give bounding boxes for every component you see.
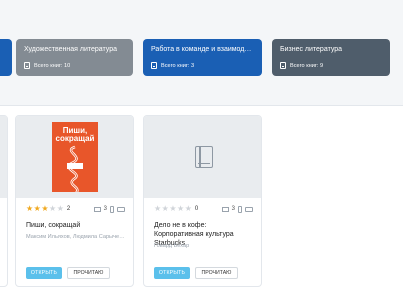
star-icon: ★ — [184, 204, 192, 213]
cover-area: Пиши, сокращай — [16, 116, 133, 198]
category-card-teamwork[interactable]: Работа в команде и взаимодейс... Всего к… — [143, 39, 262, 76]
book-cover[interactable]: Пиши, сокращай — [52, 122, 98, 192]
book-placeholder-icon — [195, 146, 213, 168]
cover-illustration — [67, 145, 83, 192]
book-author: Говард Бехар — [154, 243, 190, 249]
category-title: Художественная литература — [24, 46, 117, 53]
book-card[interactable]: Пиши, сокращай ★ ★ ★ ★ ★ 2 3 Пиши, сокра… — [15, 115, 134, 287]
cover-area — [144, 116, 261, 198]
book-icon — [151, 62, 157, 69]
category-count: Всего книг: 9 — [290, 62, 324, 69]
cover-title: Пиши, сокращай — [55, 126, 95, 143]
audiobook-icon — [245, 206, 253, 212]
star-icon: ★ — [161, 204, 169, 213]
book-icon — [24, 62, 30, 69]
rating-count: 2 — [66, 206, 71, 212]
formats-count: 3 — [231, 206, 235, 212]
book-card-partial[interactable] — [0, 115, 8, 287]
star-icon: ★ — [154, 204, 162, 213]
book-meta: ★ ★ ★ ★ ★ 0 3 — [154, 204, 253, 214]
open-book-icon — [93, 206, 101, 212]
ebook-icon — [238, 205, 242, 213]
book-author: Максим Ильяхов, Людмила Сарычева — [26, 234, 125, 240]
star-icon: ★ — [169, 204, 177, 213]
book-meta: ★ ★ ★ ★ ★ 2 3 — [26, 204, 125, 214]
star-icon: ★ — [41, 204, 49, 213]
will-read-button[interactable]: ПРОЧИТАЮ — [195, 267, 238, 279]
category-card-fiction[interactable]: Художественная литература Всего книг: 10 — [16, 39, 133, 76]
rating-count: 0 — [194, 206, 199, 212]
audiobook-icon — [117, 206, 125, 212]
star-icon: ★ — [177, 204, 185, 213]
book-title[interactable]: Пиши, сокращай — [26, 221, 125, 230]
star-icon: ★ — [49, 204, 57, 213]
book-icon — [280, 62, 286, 69]
rating-stars: ★ ★ ★ ★ ★ — [154, 205, 192, 213]
rating-stars: ★ ★ ★ ★ ★ — [26, 205, 64, 213]
category-title: Бизнес литература — [280, 46, 343, 53]
will-read-button[interactable]: ПРОЧИТАЮ — [67, 267, 110, 279]
ebook-icon — [110, 205, 114, 213]
open-book-icon — [221, 206, 229, 212]
category-count: Всего книг: 3 — [161, 62, 195, 69]
star-icon: ★ — [26, 204, 34, 213]
category-title: Работа в команде и взаимодейс... — [151, 46, 254, 53]
category-card-business[interactable]: Бизнес литература Всего книг: 9 — [272, 39, 390, 76]
category-count: Всего книг: 10 — [34, 62, 71, 69]
star-icon: ★ — [33, 204, 41, 213]
category-card-partial[interactable] — [0, 39, 12, 76]
book-card[interactable]: ★ ★ ★ ★ ★ 0 3 Дело не в кофе: Корпоратив… — [143, 115, 262, 287]
open-button[interactable]: ОТКРЫТЬ — [154, 267, 190, 279]
star-icon: ★ — [56, 204, 64, 213]
formats-count: 3 — [103, 206, 107, 212]
open-button[interactable]: ОТКРЫТЬ — [26, 267, 62, 279]
